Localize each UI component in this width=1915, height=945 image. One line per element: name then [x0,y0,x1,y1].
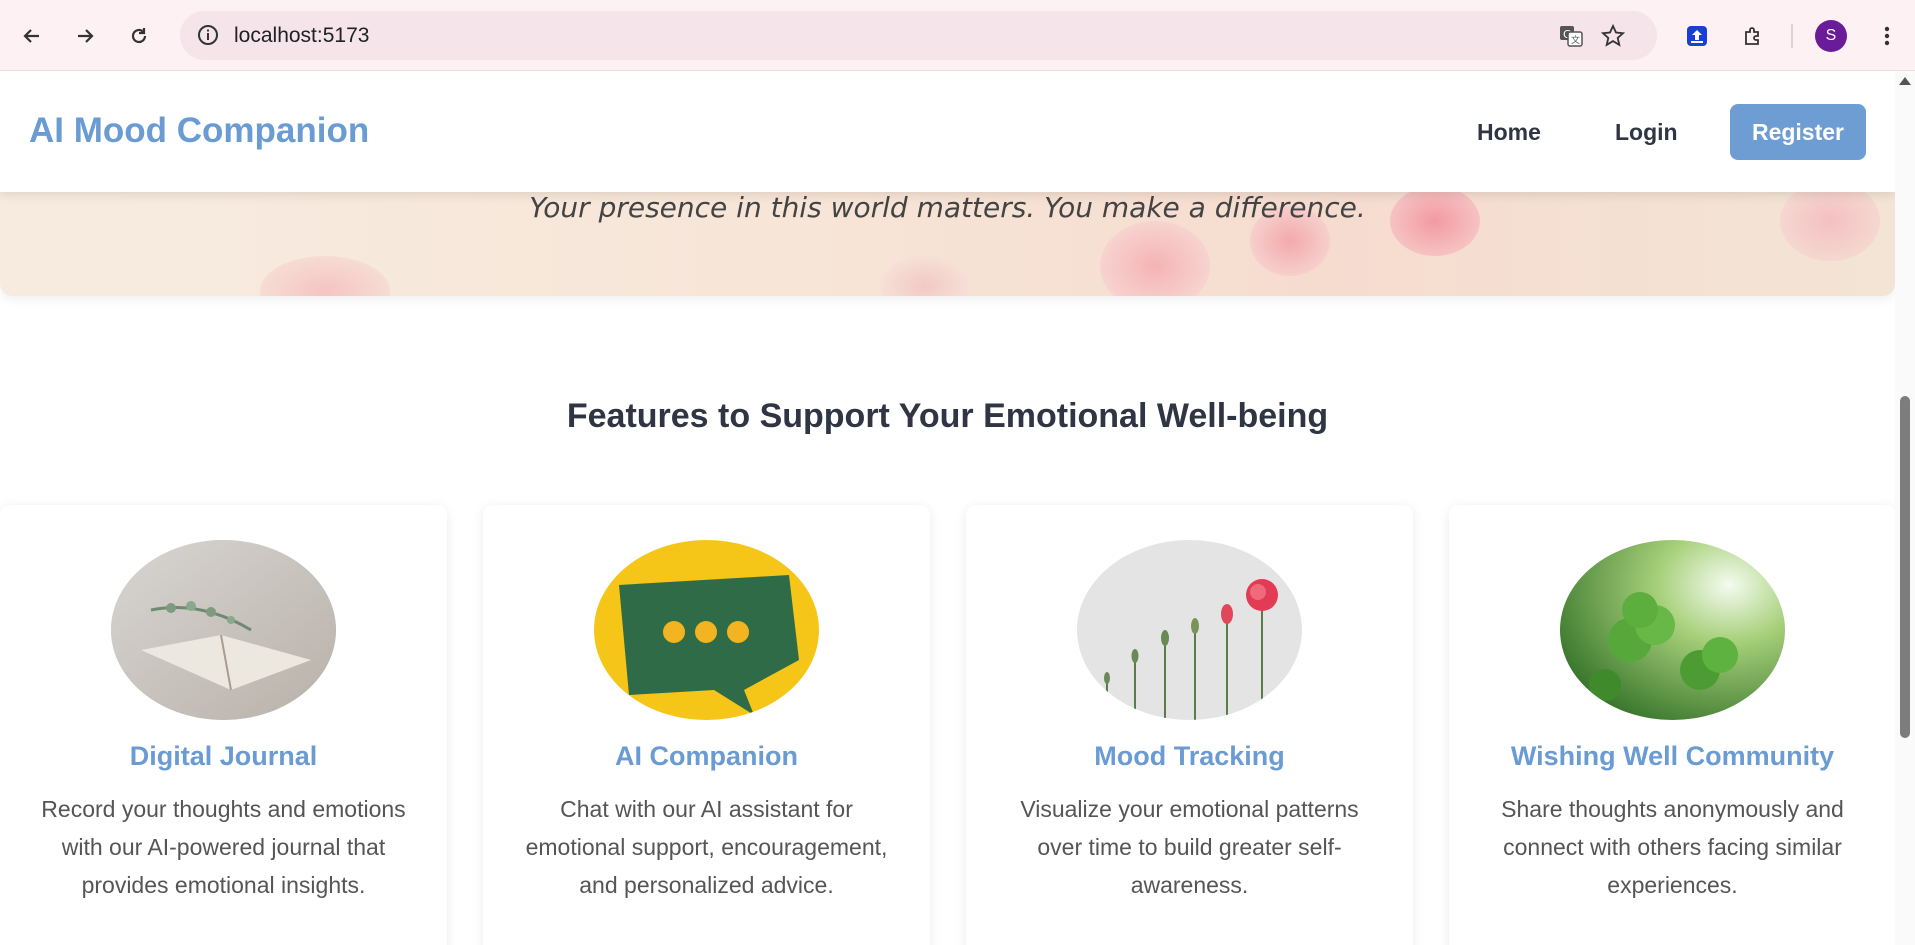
url-text: localhost:5173 [234,24,370,47]
profile-avatar[interactable]: S [1815,20,1847,52]
flower-decoration [880,256,970,296]
feature-description: Visualize your emotional patterns over t… [1020,796,1359,898]
feature-description: Record your thoughts and emotions with o… [41,796,406,898]
forward-icon[interactable] [67,18,103,54]
extension-upload-icon[interactable] [1679,18,1715,54]
scrollbar-thumb[interactable] [1900,396,1910,738]
toolbar-divider [1791,24,1793,48]
feature-title: Mood Tracking [1094,741,1285,771]
scroll-up-arrow-icon[interactable] [1899,77,1911,85]
feature-description: Chat with our AI assistant for emotional… [525,796,888,898]
site-logo[interactable]: AI Mood Companion [29,111,369,151]
page-viewport: Your presence in this world matters. You… [0,71,1915,945]
translate-icon[interactable]: G文 [1558,23,1584,54]
reload-icon[interactable] [121,18,157,54]
features-heading: Features to Support Your Emotional Well-… [566,397,1329,435]
puzzle-icon[interactable] [1735,18,1771,54]
feature-title: Wishing Well Community [1510,741,1835,771]
journal-image [111,540,336,720]
page-scrollbar[interactable] [1895,71,1915,945]
site-header: AI Mood Companion Home Login Register [0,71,1895,192]
more-icon[interactable] [1869,18,1905,54]
register-button[interactable]: Register [1730,104,1866,160]
nav-login-link[interactable]: Login [1615,119,1678,146]
nav-home-link[interactable]: Home [1477,119,1541,146]
mood-tracking-image [1077,540,1302,720]
flower-decoration [260,256,390,296]
back-icon[interactable] [14,18,50,54]
feature-card-ai-companion[interactable]: AI Companion Chat with our AI assistant … [483,505,930,945]
feature-card-wishing-well[interactable]: Wishing Well Community Share thoughts an… [1449,505,1896,945]
feature-description: Share thoughts anonymously and connect w… [1501,796,1844,898]
wishing-well-image [1560,540,1785,720]
browser-toolbar: localhost:5173 G文 S [0,0,1915,71]
address-bar[interactable]: localhost:5173 G文 [180,11,1657,60]
feature-card-journal[interactable]: Digital Journal Record your thoughts and… [0,505,447,945]
info-icon[interactable] [196,23,220,52]
feature-title: Digital Journal [129,741,318,771]
ai-companion-image [594,540,819,720]
svg-text:文: 文 [1571,34,1580,46]
feature-title: AI Companion [615,741,798,771]
star-icon[interactable] [1600,23,1626,54]
hero-quote: Your presence in this world matters. You… [529,191,1366,224]
flower-decoration [1100,221,1210,296]
feature-card-mood-tracking[interactable]: Mood Tracking Visualize your emotional p… [966,505,1413,945]
